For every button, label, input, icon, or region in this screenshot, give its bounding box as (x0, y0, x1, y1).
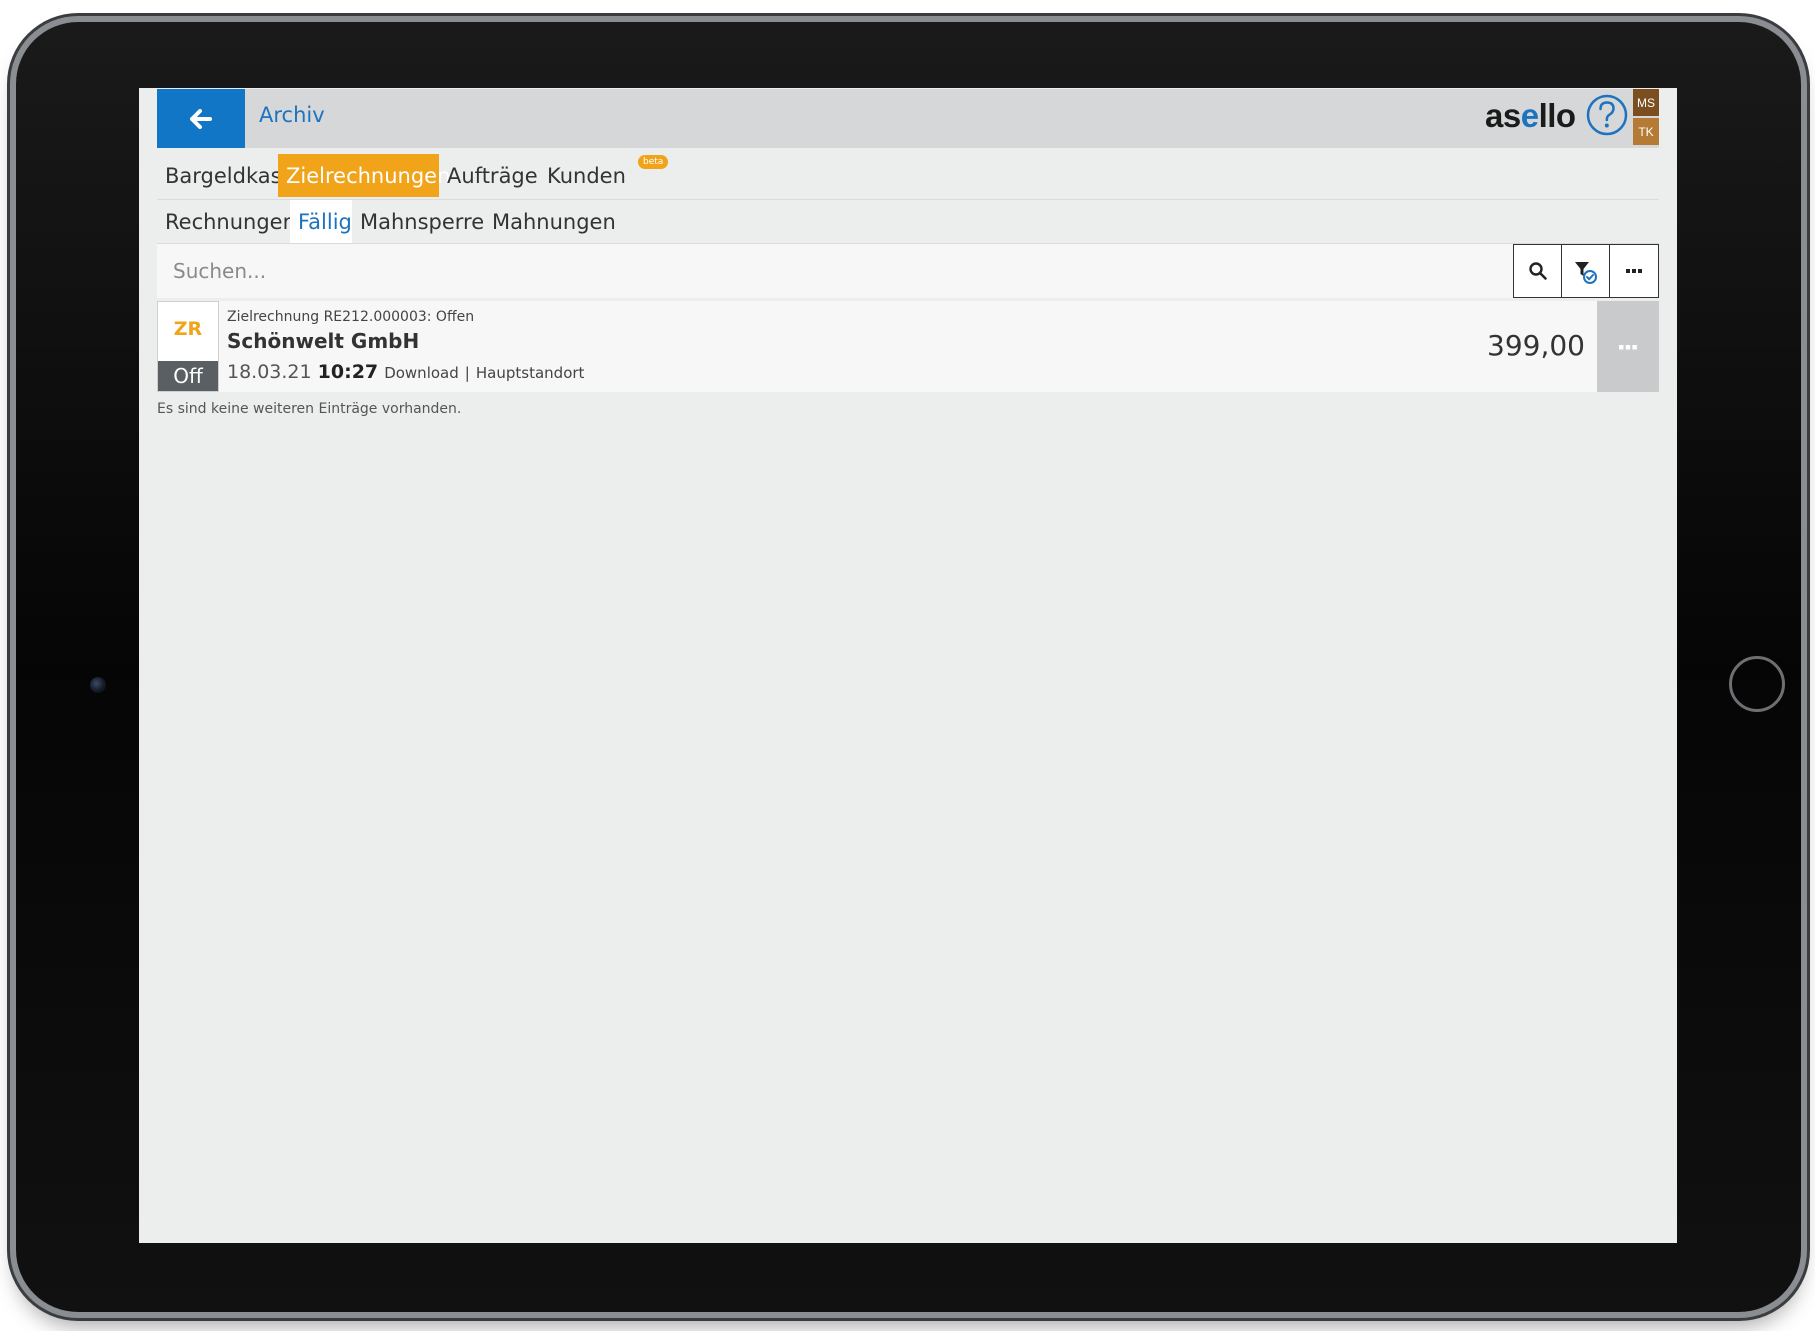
help-icon[interactable] (1585, 93, 1629, 137)
logo-accent: e (1520, 97, 1539, 134)
item-separator: | (464, 364, 470, 382)
asello-logo: asello (1485, 97, 1576, 135)
list-item[interactable]: ZR Off Zielrechnung RE212.000003: Offen … (157, 301, 1659, 392)
app-screen: Archiv asello MS TK Bargeldkasse Zielrec… (139, 88, 1677, 1243)
user-badge-tk[interactable]: TK (1633, 118, 1659, 145)
page-title: Archiv (259, 103, 325, 127)
item-date: 18.03.21 (227, 361, 312, 383)
tab-bargeldkasse[interactable]: Bargeldkasse (157, 154, 305, 197)
item-meta: 18.03.21 10:27 Download | Hauptstandort (227, 361, 584, 383)
type-code: ZR (173, 318, 203, 340)
subtab-mahnungen[interactable]: Mahnungen (484, 200, 616, 243)
item-source: Download (384, 364, 459, 382)
main-tabs: Bargeldkasse Zielrechnungen Aufträge Kun… (157, 154, 1659, 200)
item-title: Schönwelt GmbH (227, 329, 420, 353)
beta-badge: beta (638, 155, 669, 169)
subtab-rechnungen[interactable]: Rechnungen (157, 200, 296, 243)
end-of-list-note: Es sind keine weiteren Einträge vorhande… (157, 401, 462, 417)
tab-zielrechnungen[interactable]: Zielrechnungen (278, 154, 450, 197)
tab-auftraege[interactable]: Aufträge (439, 154, 539, 197)
more-options-button[interactable] (1609, 244, 1659, 298)
filter-button[interactable] (1561, 244, 1610, 298)
logo-prefix: as (1485, 97, 1521, 134)
user-badge-ms[interactable]: MS (1633, 89, 1659, 116)
item-more-button[interactable] (1597, 301, 1659, 392)
back-button[interactable] (157, 89, 245, 148)
item-location: Hauptstandort (475, 364, 585, 382)
item-subtitle: Zielrechnung RE212.000003: Offen (227, 309, 475, 325)
type-badge: ZR Off (157, 301, 219, 392)
subtab-faellig[interactable]: Fällig (290, 200, 352, 243)
search-button[interactable] (1513, 244, 1562, 298)
filter-check-icon (1574, 262, 1597, 284)
ellipsis-icon (1619, 344, 1637, 349)
status-badge: Off (158, 361, 218, 391)
search-input[interactable] (157, 244, 1509, 298)
search-bar (157, 244, 1659, 298)
search-icon (1528, 262, 1547, 280)
ellipsis-icon (1626, 269, 1642, 273)
camera-icon (90, 677, 106, 693)
subtab-mahnsperre[interactable]: Mahnsperre (352, 200, 484, 243)
item-time: 10:27 (317, 361, 379, 383)
item-amount: 399,00 (1487, 329, 1585, 362)
tab-kunden[interactable]: Kunden (539, 154, 639, 197)
logo-suffix: llo (1538, 97, 1577, 134)
home-button[interactable] (1729, 656, 1785, 712)
arrow-left-icon (190, 108, 212, 129)
app-header: Archiv asello MS TK (157, 89, 1659, 148)
sub-tabs: Rechnungen Fällig Mahnsperre Mahnungen (157, 200, 1659, 244)
